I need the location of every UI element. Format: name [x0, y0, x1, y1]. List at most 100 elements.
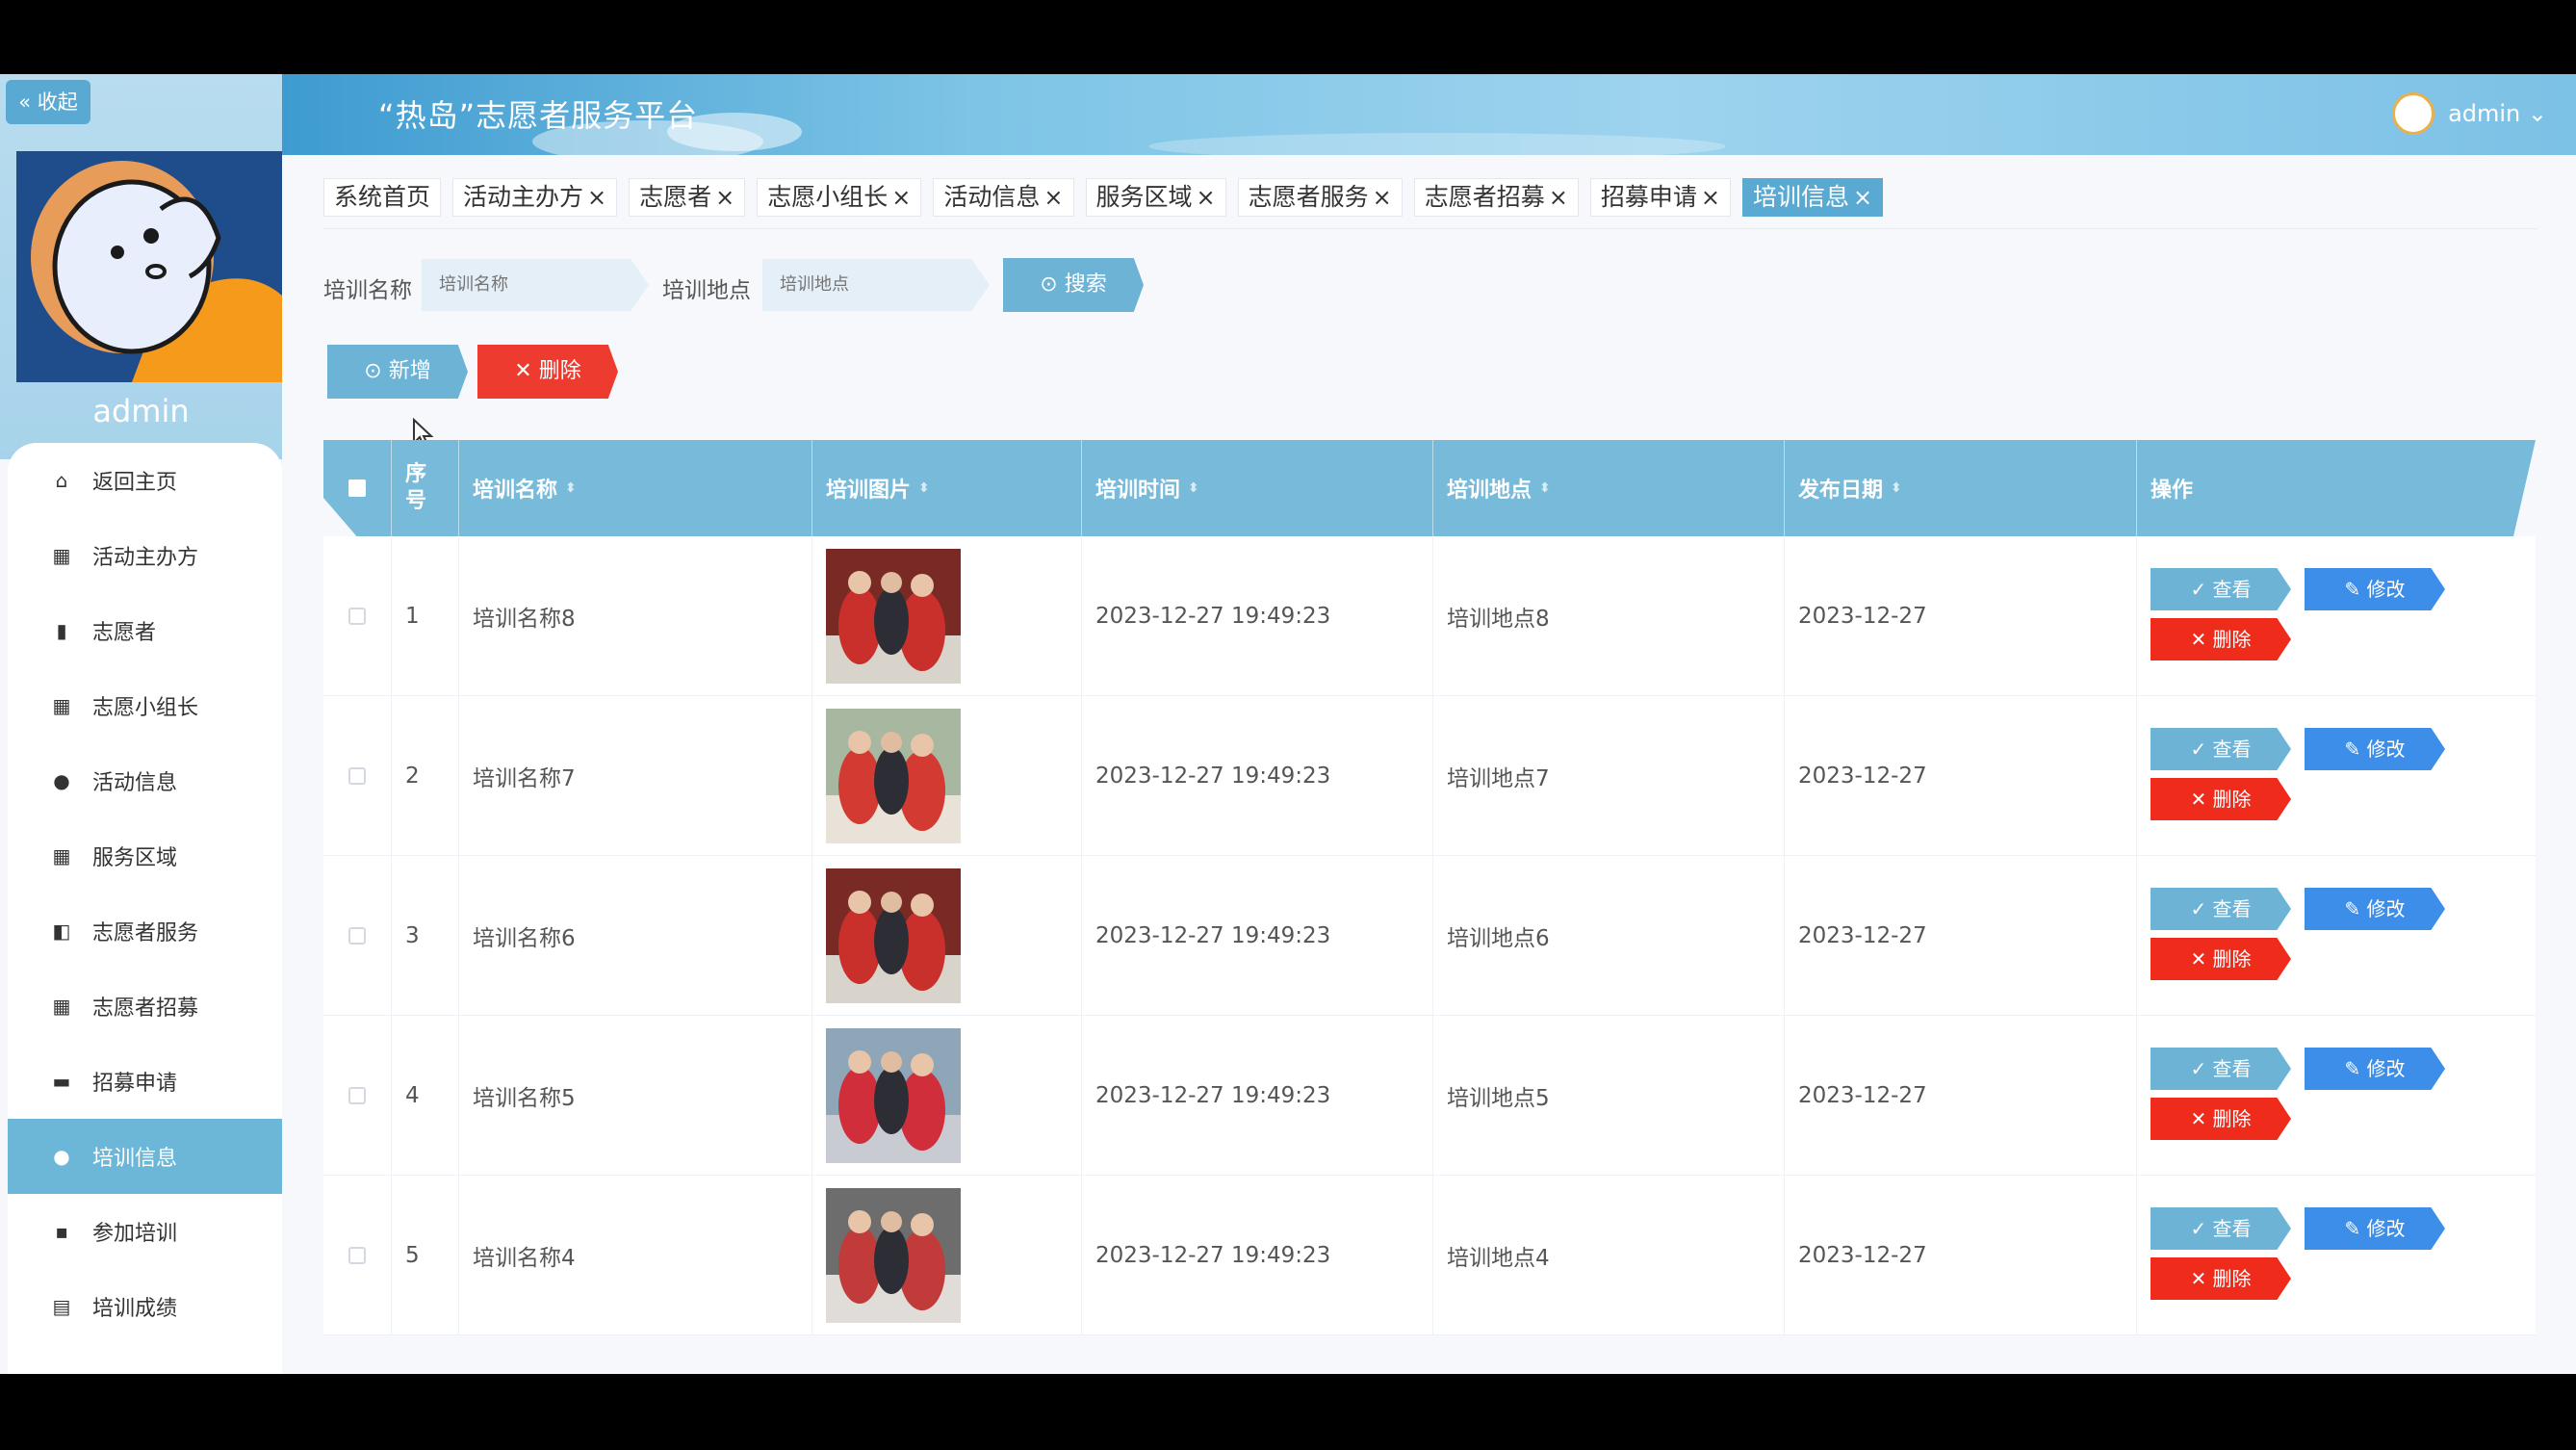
sort-icon[interactable]: ⬍ — [918, 480, 930, 496]
cell-time: 2023-12-27 19:49:23 — [1081, 536, 1432, 696]
view-button[interactable]: ✓ 查看 — [2151, 1207, 2291, 1250]
delete-button[interactable]: ✕ 删除 — [2151, 618, 2291, 660]
delete-button[interactable]: ✕ 删除 — [2151, 1257, 2291, 1300]
training-image[interactable] — [826, 1028, 961, 1163]
close-icon[interactable]: × — [1043, 184, 1063, 211]
user-icon: ● — [53, 1145, 70, 1168]
row-checkbox[interactable] — [348, 767, 366, 785]
edit-button[interactable]: ✎ 修改 — [2305, 728, 2445, 770]
select-all-checkbox-cell[interactable] — [323, 440, 391, 536]
tab-training-info[interactable]: 培训信息 × — [1742, 178, 1884, 217]
delete-button[interactable]: ✕ 删除 — [2151, 938, 2291, 980]
tab-label: 志愿者 — [639, 183, 712, 211]
profile-avatar[interactable] — [16, 151, 282, 382]
platform-title: “热岛”志愿者服务平台 — [378, 97, 699, 134]
tab-application[interactable]: 招募申请 × — [1589, 178, 1732, 217]
view-button[interactable]: ✓ 查看 — [2151, 568, 2291, 610]
add-button[interactable]: ⊙ 新增 — [327, 345, 468, 399]
delete-button[interactable]: ✕ 删除 — [2151, 778, 2291, 820]
sidebar-item-group-leader[interactable]: ▦ 志愿小组长 — [8, 668, 282, 743]
row-checkbox[interactable] — [348, 1247, 366, 1264]
col-location[interactable]: 培训地点 ⬍ — [1432, 440, 1784, 536]
tab-activity[interactable]: 活动信息 × — [933, 178, 1074, 217]
tab-volunteer-service[interactable]: 志愿者服务 × — [1237, 178, 1403, 217]
edit-button[interactable]: ✎ 修改 — [2305, 1048, 2445, 1090]
row-checkbox[interactable] — [348, 608, 366, 625]
user-menu-label: admin ⌄ — [2448, 100, 2547, 127]
sort-icon[interactable]: ⬍ — [1539, 480, 1551, 496]
sidebar-item-training-info[interactable]: ● 培训信息 — [8, 1119, 282, 1194]
tab-volunteer[interactable]: 志愿者 × — [629, 178, 746, 217]
col-time[interactable]: 培训时间 ⬍ — [1081, 440, 1432, 536]
delete-button[interactable]: ✕ 删除 — [2151, 1098, 2291, 1140]
cell-time: 2023-12-27 19:49:23 — [1081, 696, 1432, 856]
col-name[interactable]: 培训名称 ⬍ — [458, 440, 811, 536]
sidebar-item-training-score[interactable]: ▤ 培训成绩 — [8, 1269, 282, 1344]
row-checkbox[interactable] — [348, 927, 366, 945]
cell-ops: ✓ 查看 ✎ 修改 ✕ 删除 — [2136, 1176, 2536, 1335]
search-location-input[interactable] — [762, 259, 990, 311]
view-button[interactable]: ✓ 查看 — [2151, 888, 2291, 930]
edit-button[interactable]: ✎ 修改 — [2305, 888, 2445, 930]
sort-icon[interactable]: ⬍ — [1188, 480, 1199, 496]
tab-group-leader[interactable]: 志愿小组长 × — [757, 178, 922, 217]
view-button[interactable]: ✓ 查看 — [2151, 728, 2291, 770]
close-icon[interactable]: × — [1549, 184, 1568, 211]
cell-ops: ✓ 查看 ✎ 修改 ✕ 删除 — [2136, 856, 2536, 1016]
cell-time: 2023-12-27 19:49:23 — [1081, 856, 1432, 1016]
close-icon[interactable]: × — [891, 184, 911, 211]
cell-date: 2023-12-27 — [1784, 536, 2136, 696]
select-all-checkbox[interactable] — [348, 479, 366, 497]
cell-index-text: 5 — [405, 1243, 420, 1268]
search-name-input[interactable] — [422, 259, 649, 311]
close-icon[interactable]: × — [587, 184, 606, 211]
col-image[interactable]: 培训图片 ⬍ — [811, 440, 1081, 536]
sort-icon[interactable]: ⬍ — [565, 480, 577, 496]
location-pin-icon: ● — [53, 769, 70, 792]
close-icon[interactable]: × — [1853, 184, 1872, 211]
layers-icon: ◧ — [52, 919, 71, 943]
sidebar-item-application[interactable]: ▬ 招募申请 — [8, 1044, 282, 1119]
tab-recruit[interactable]: 志愿者招募 × — [1413, 178, 1579, 217]
training-image[interactable] — [826, 709, 961, 843]
search-button[interactable]: ⊙ 搜索 — [1003, 258, 1144, 312]
training-image[interactable] — [826, 868, 961, 1003]
grid-icon: ▦ — [52, 544, 71, 567]
sidebar-item-recruit[interactable]: ▦ 志愿者招募 — [8, 969, 282, 1044]
sort-icon[interactable]: ⬍ — [1891, 480, 1902, 496]
briefcase-icon: ▬ — [52, 1070, 71, 1093]
sidebar-item-volunteer-service[interactable]: ◧ 志愿者服务 — [8, 893, 282, 969]
tab-label: 培训信息 — [1753, 183, 1850, 211]
cell-ops: ✓ 查看 ✎ 修改 ✕ 删除 — [2136, 1016, 2536, 1176]
close-icon[interactable]: × — [1701, 184, 1720, 211]
edit-button[interactable]: ✎ 修改 — [2305, 568, 2445, 610]
training-image[interactable] — [826, 549, 961, 684]
sidebar-item-activity[interactable]: ● 活动信息 — [8, 743, 282, 818]
sidebar-item-service-area[interactable]: ▦ 服务区域 — [8, 818, 282, 893]
training-image[interactable] — [826, 1188, 961, 1323]
cell-time-text: 2023-12-27 19:49:23 — [1095, 604, 1331, 629]
grid-icon: ▦ — [52, 844, 71, 867]
cell-location-text: 培训地点7 — [1447, 766, 1550, 791]
user-menu[interactable]: admin ⌄ — [2392, 90, 2547, 138]
edit-button[interactable]: ✎ 修改 — [2305, 1207, 2445, 1250]
close-icon[interactable]: × — [1197, 184, 1216, 211]
cell-name: 培训名称8 — [458, 536, 811, 696]
cell-index-text: 4 — [405, 1083, 420, 1108]
close-icon[interactable]: × — [715, 184, 734, 211]
col-date[interactable]: 发布日期 ⬍ — [1784, 440, 2136, 536]
sidebar-item-join-training[interactable]: ▪ 参加培训 — [8, 1194, 282, 1269]
tab-home[interactable]: 系统首页 — [323, 178, 442, 217]
row-checkbox[interactable] — [348, 1087, 366, 1104]
batch-delete-button[interactable]: ✕ 删除 — [477, 345, 618, 399]
sidebar-item-organizer[interactable]: ▦ 活动主办方 — [8, 518, 282, 593]
tab-organizer[interactable]: 活动主办方 × — [452, 178, 618, 217]
cell-location: 培训地点7 — [1432, 696, 1784, 856]
tab-service-area[interactable]: 服务区域 × — [1085, 178, 1226, 217]
sidebar-item-home[interactable]: ⌂ 返回主页 — [8, 443, 282, 518]
collapse-button[interactable]: « 收起 — [6, 80, 90, 124]
view-button[interactable]: ✓ 查看 — [2151, 1048, 2291, 1090]
cell-location-text: 培训地点4 — [1447, 1246, 1550, 1271]
sidebar-item-volunteer[interactable]: ▮ 志愿者 — [8, 593, 282, 668]
close-icon[interactable]: × — [1373, 184, 1392, 211]
